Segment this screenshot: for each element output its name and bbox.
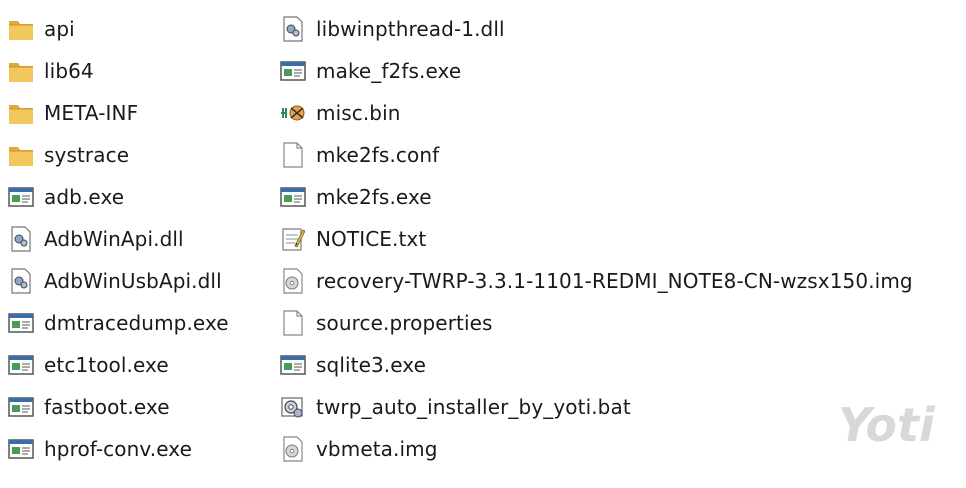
folder-icon	[8, 57, 34, 85]
watermark-text: Yoti	[838, 398, 935, 452]
file-name: mke2fs.conf	[316, 143, 440, 167]
file-name: hprof-conv.exe	[44, 437, 192, 461]
blank-file-icon	[280, 309, 306, 337]
exe-icon	[280, 351, 306, 379]
file-item-meta-inf[interactable]: META-INF	[8, 92, 268, 134]
folder-icon	[8, 15, 34, 43]
file-name: adb.exe	[44, 185, 125, 209]
file-name: etc1tool.exe	[44, 353, 169, 377]
file-item-systrace[interactable]: systrace	[8, 134, 268, 176]
file-name: misc.bin	[316, 101, 401, 125]
file-item-mke2fs-exe[interactable]: mke2fs.exe	[280, 176, 960, 218]
file-item-lib64[interactable]: lib64	[8, 50, 268, 92]
exe-icon	[280, 57, 306, 85]
file-name: vbmeta.img	[316, 437, 438, 461]
file-item-adbwinusbapi-dll[interactable]: AdbWinUsbApi.dll	[8, 260, 268, 302]
file-name: recovery-TWRP-3.3.1-1101-REDMI_NOTE8-CN-…	[316, 269, 913, 293]
exe-icon	[280, 183, 306, 211]
file-name: source.properties	[316, 311, 493, 335]
file-name: api	[44, 17, 75, 41]
blank-file-icon	[280, 141, 306, 169]
file-item-etc1tool-exe[interactable]: etc1tool.exe	[8, 344, 268, 386]
exe-icon	[8, 393, 34, 421]
dll-icon	[8, 225, 34, 253]
exe-icon	[8, 351, 34, 379]
file-item-libwinpthread-dll[interactable]: libwinpthread-1.dll	[280, 8, 960, 50]
folder-icon	[8, 99, 34, 127]
file-item-adb-exe[interactable]: adb.exe	[8, 176, 268, 218]
file-name: AdbWinUsbApi.dll	[44, 269, 222, 293]
file-name: dmtracedump.exe	[44, 311, 229, 335]
file-name: sqlite3.exe	[316, 353, 427, 377]
file-item-adbwinapi-dll[interactable]: AdbWinApi.dll	[8, 218, 268, 260]
dll-icon	[8, 267, 34, 295]
file-item-dmtracedump-exe[interactable]: dmtracedump.exe	[8, 302, 268, 344]
file-item-api[interactable]: api	[8, 8, 268, 50]
exe-icon	[8, 309, 34, 337]
file-item-sqlite3-exe[interactable]: sqlite3.exe	[280, 344, 960, 386]
exe-icon	[8, 183, 34, 211]
file-item-make-f2fs-exe[interactable]: make_f2fs.exe	[280, 50, 960, 92]
file-name: AdbWinApi.dll	[44, 227, 184, 251]
text-file-icon	[280, 225, 306, 253]
file-name: fastboot.exe	[44, 395, 170, 419]
file-item-fastboot-exe[interactable]: fastboot.exe	[8, 386, 268, 428]
dll-icon	[280, 15, 306, 43]
file-name: make_f2fs.exe	[316, 59, 462, 83]
file-item-mke2fs-conf[interactable]: mke2fs.conf	[280, 134, 960, 176]
file-item-recovery-twrp-img[interactable]: recovery-TWRP-3.3.1-1101-REDMI_NOTE8-CN-…	[280, 260, 960, 302]
folder-icon	[8, 141, 34, 169]
disc-image-icon	[280, 435, 306, 463]
exe-icon	[8, 435, 34, 463]
disc-image-icon	[280, 267, 306, 295]
file-item-notice-txt[interactable]: NOTICE.txt	[280, 218, 960, 260]
file-item-misc-bin[interactable]: misc.bin	[280, 92, 960, 134]
file-item-hprof-conv-exe[interactable]: hprof-conv.exe	[8, 428, 268, 470]
file-name: NOTICE.txt	[316, 227, 427, 251]
batch-file-icon	[280, 393, 306, 421]
file-name: twrp_auto_installer_by_yoti.bat	[316, 395, 631, 419]
file-item-source-properties[interactable]: source.properties	[280, 302, 960, 344]
file-name: lib64	[44, 59, 94, 83]
file-name: mke2fs.exe	[316, 185, 432, 209]
bin-icon	[280, 99, 306, 127]
file-name: libwinpthread-1.dll	[316, 17, 505, 41]
file-list-left-column: api lib64 META-INF systrace adb.exe AdbW…	[8, 8, 268, 470]
file-name: systrace	[44, 143, 130, 167]
file-name: META-INF	[44, 101, 139, 125]
